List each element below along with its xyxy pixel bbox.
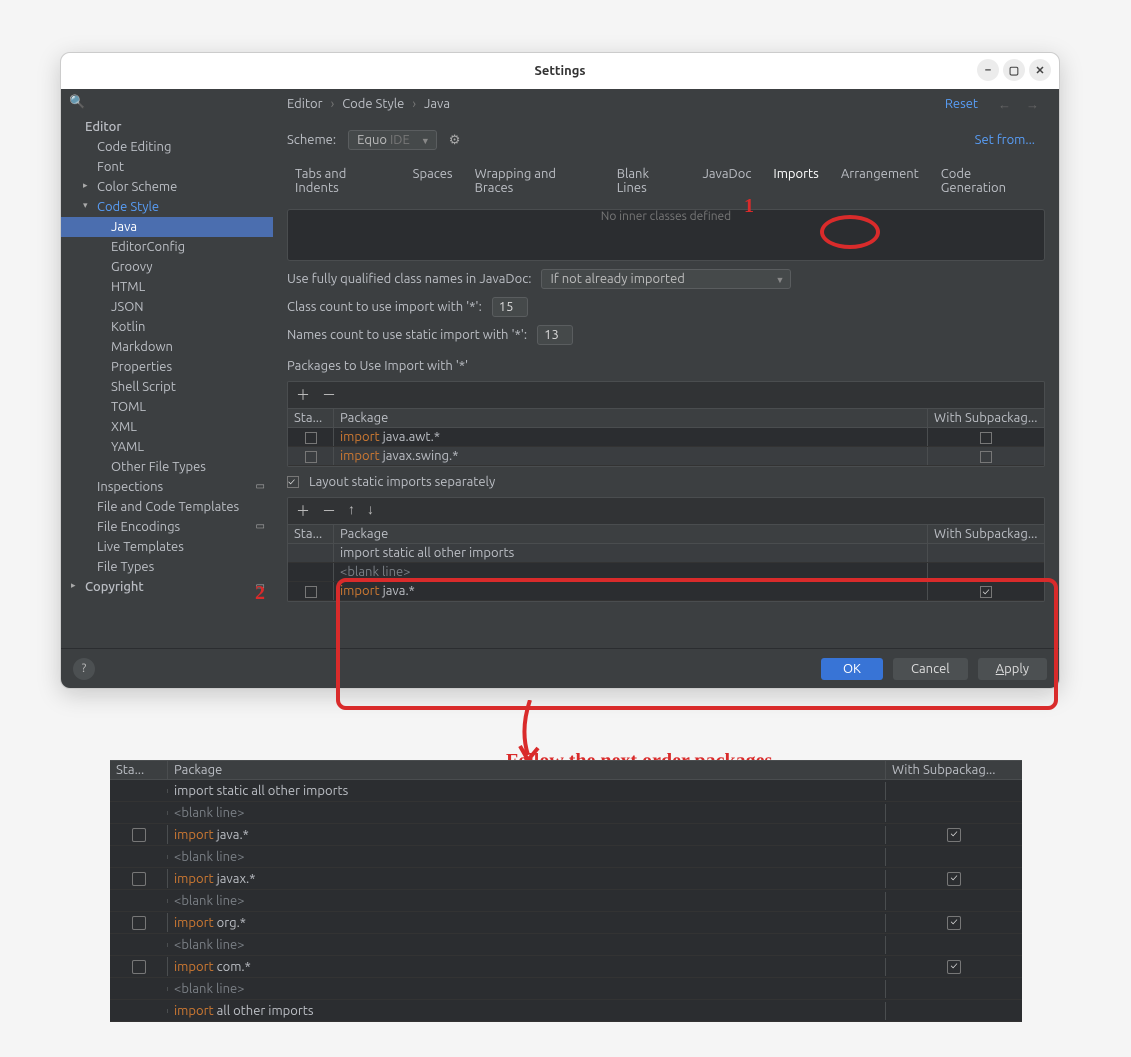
fqcn-label: Use fully qualified class names in JavaD… (287, 272, 531, 286)
tab-imports[interactable]: Imports (773, 167, 818, 201)
table-row[interactable]: <blank line> (288, 563, 1044, 582)
gear-icon[interactable]: ⚙ (449, 133, 461, 148)
tab-spaces[interactable]: Spaces (413, 167, 453, 201)
sidebar-item[interactable]: Editor (61, 117, 273, 137)
tab-wrapping-and-braces[interactable]: Wrapping and Braces (475, 167, 595, 201)
set-from-link[interactable]: Set from... (975, 133, 1035, 147)
class-count-label: Class count to use import with '*': (287, 300, 482, 314)
sidebar-item[interactable]: TOML (61, 397, 273, 417)
settings-sidebar: 🔍 EditorCode EditingFont▸Color Scheme▾Co… (61, 89, 273, 648)
sidebar-item[interactable]: Inspections▭ (61, 477, 273, 497)
crumb-codestyle[interactable]: Code Style (342, 97, 404, 111)
titlebar: Settings – ▢ ✕ (61, 53, 1059, 89)
window-title: Settings (534, 64, 585, 78)
breadcrumb: Editor › Code Style › Java Reset ← → (273, 89, 1059, 119)
sidebar-item[interactable]: ▾Code Style (61, 197, 273, 217)
table-row[interactable]: <blank line> (110, 934, 1022, 956)
pkg-table-title: Packages to Use Import with '*' (287, 359, 1045, 373)
inner-classes-box: No inner classes defined (287, 209, 1045, 261)
tab-arrangement[interactable]: Arrangement (841, 167, 919, 201)
nav-arrows[interactable]: ← → (998, 97, 1045, 112)
table-row[interactable]: import static all other imports (110, 780, 1022, 802)
table-row[interactable]: import static all other imports (288, 544, 1044, 563)
settings-dialog: Settings – ▢ ✕ 🔍 EditorCode EditingFont▸… (60, 52, 1060, 689)
sidebar-item[interactable]: ▸Color Scheme (61, 177, 273, 197)
sidebar-item[interactable]: Groovy (61, 257, 273, 277)
search-input[interactable]: 🔍 (61, 89, 273, 115)
detail-table: Sta... Package With Subpackag... import … (110, 760, 1022, 1022)
sidebar-item[interactable]: Markdown (61, 337, 273, 357)
fqcn-select[interactable]: If not already imported▼ (541, 269, 791, 289)
tab-code-generation[interactable]: Code Generation (941, 167, 1037, 201)
table-row[interactable]: import all other imports (110, 1000, 1022, 1022)
sidebar-item[interactable]: XML (61, 417, 273, 437)
up-icon[interactable]: ↑ (348, 501, 355, 521)
sidebar-item[interactable]: HTML (61, 277, 273, 297)
remove-icon[interactable]: － (322, 385, 336, 405)
table-row[interactable]: import java.awt.* (288, 428, 1044, 447)
main-panel: Editor › Code Style › Java Reset ← → Sch… (273, 89, 1059, 648)
search-icon: 🔍 (69, 95, 85, 110)
crumb-java[interactable]: Java (424, 97, 450, 111)
tab-tabs-and-indents[interactable]: Tabs and Indents (295, 167, 391, 201)
names-count-input[interactable]: 13 (537, 325, 573, 345)
sidebar-item[interactable]: File Encodings▭ (61, 517, 273, 537)
table-row[interactable]: <blank line> (110, 978, 1022, 1000)
sidebar-item[interactable]: Shell Script (61, 377, 273, 397)
cancel-button[interactable]: Cancel (893, 658, 968, 680)
table-row[interactable]: import org.* (110, 912, 1022, 934)
maximize-button[interactable]: ▢ (1003, 59, 1025, 81)
sidebar-item[interactable]: Other File Types (61, 457, 273, 477)
table-row[interactable]: import com.* (110, 956, 1022, 978)
table-row[interactable]: <blank line> (110, 802, 1022, 824)
sidebar-item[interactable]: Code Editing (61, 137, 273, 157)
add-icon[interactable]: ＋ (296, 501, 310, 521)
names-count-label: Names count to use static import with '*… (287, 328, 527, 342)
scheme-label: Scheme: (287, 133, 336, 147)
table-row[interactable]: import javax.* (110, 868, 1022, 890)
help-button[interactable]: ? (73, 658, 95, 680)
layout-table: ＋ － ↑ ↓ Sta... Package With Subpackag...… (287, 497, 1045, 602)
pkg-table: ＋ － Sta... Package With Subpackag... imp… (287, 381, 1045, 467)
scheme-select[interactable]: Equo IDE ▼ (348, 130, 437, 150)
reset-link[interactable]: Reset (945, 97, 978, 111)
crumb-editor[interactable]: Editor (287, 97, 323, 111)
close-button[interactable]: ✕ (1029, 59, 1051, 81)
tab-bar: Tabs and Indents Spaces Wrapping and Brace… (273, 161, 1059, 209)
table-row[interactable]: import javax.swing.* (288, 447, 1044, 466)
class-count-input[interactable]: 15 (492, 297, 528, 317)
add-icon[interactable]: ＋ (296, 385, 310, 405)
sidebar-item[interactable]: EditorConfig (61, 237, 273, 257)
annotation-2: 2 (255, 582, 265, 605)
sidebar-item[interactable]: File Types (61, 557, 273, 577)
remove-icon[interactable]: － (322, 501, 336, 521)
table-row[interactable]: <blank line> (110, 890, 1022, 912)
tab-blank-lines[interactable]: Blank Lines (617, 167, 681, 201)
sidebar-item[interactable]: Font (61, 157, 273, 177)
layout-static-checkbox[interactable] (287, 476, 299, 488)
table-row[interactable]: import java.* (288, 582, 1044, 601)
sidebar-item[interactable]: Properties (61, 357, 273, 377)
sidebar-item[interactable]: Java (61, 217, 273, 237)
sidebar-item[interactable]: JSON (61, 297, 273, 317)
minimize-button[interactable]: – (977, 59, 999, 81)
sidebar-item[interactable]: ▸Copyright▭ (61, 577, 273, 597)
table-row[interactable]: <blank line> (110, 846, 1022, 868)
apply-button[interactable]: Apply (978, 658, 1047, 680)
sidebar-item[interactable]: Kotlin (61, 317, 273, 337)
sidebar-item[interactable]: YAML (61, 437, 273, 457)
sidebar-item[interactable]: Live Templates (61, 537, 273, 557)
down-icon[interactable]: ↓ (367, 501, 374, 521)
sidebar-item[interactable]: File and Code Templates (61, 497, 273, 517)
ok-button[interactable]: OK (821, 658, 883, 680)
layout-static-label: Layout static imports separately (309, 475, 495, 489)
annotation-1: 1 (744, 195, 754, 218)
table-row[interactable]: import java.* (110, 824, 1022, 846)
